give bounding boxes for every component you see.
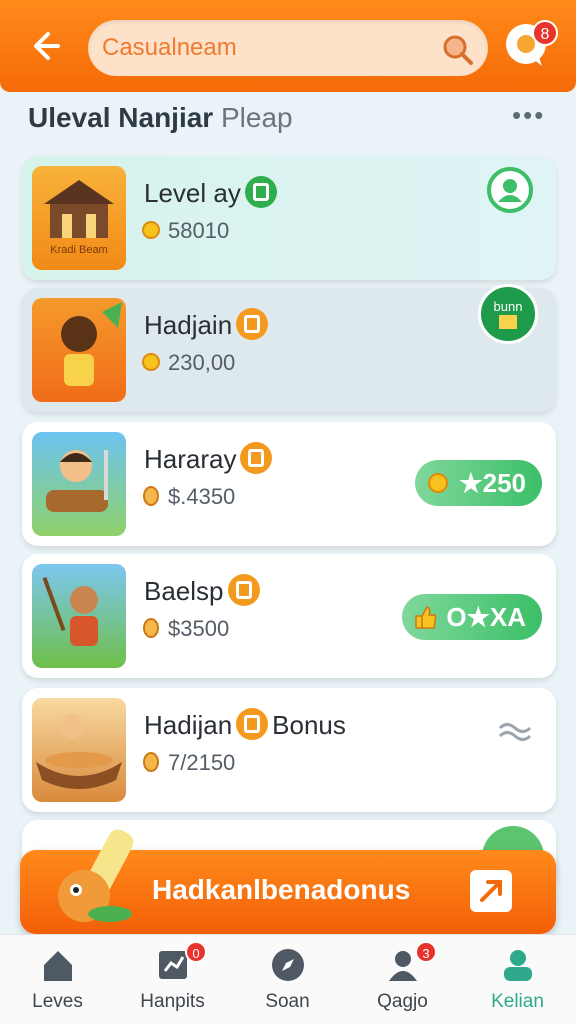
notification-badge: 8 bbox=[532, 20, 558, 46]
level-price-value: 58010 bbox=[168, 218, 230, 243]
nav-label: Hanpits bbox=[140, 991, 205, 1012]
hadjain-title: Hadjain bbox=[144, 308, 269, 343]
more-options-button[interactable]: ••• bbox=[512, 102, 548, 128]
shop-badge-label: bunn bbox=[493, 299, 523, 314]
hadjain-title-text: Hadjain bbox=[144, 310, 233, 340]
search-icon[interactable] bbox=[440, 32, 474, 66]
character-thumbnail bbox=[32, 298, 126, 402]
baelsp-price: $3500 bbox=[140, 616, 229, 642]
cup-badge-icon bbox=[240, 442, 273, 475]
section-subtitle: Pleap bbox=[220, 102, 293, 133]
wave-icon[interactable] bbox=[498, 718, 532, 748]
farmer-thumbnail bbox=[32, 432, 126, 536]
nav-label: Soan bbox=[265, 991, 310, 1012]
hadijan-price: 7/2150 bbox=[140, 750, 235, 776]
bottom-navigation: Leves 0 Hanpits Soan 3 Qagjo Kelian bbox=[0, 934, 576, 1024]
nav-item-soan[interactable]: Soan bbox=[230, 935, 345, 1024]
level-title: Level ay bbox=[144, 176, 277, 211]
hararay-card[interactable]: Hararay $.4350 ★250 bbox=[22, 422, 556, 546]
boat-thumbnail bbox=[32, 698, 126, 802]
hadijan-title: Hadijan Bonus bbox=[144, 708, 346, 743]
promo-banner[interactable]: Hadkanlbenadonus bbox=[20, 829, 556, 934]
mascot-icon bbox=[58, 829, 134, 922]
music-badge-icon bbox=[244, 176, 277, 209]
hadjain-price: 230,00 bbox=[140, 350, 235, 376]
reward-pill-button[interactable]: O★XA bbox=[402, 594, 542, 640]
nav-label: Leves bbox=[32, 991, 83, 1012]
nav-label: Kelian bbox=[491, 991, 544, 1012]
character-icon bbox=[61, 302, 122, 386]
profile-icon[interactable] bbox=[486, 166, 534, 214]
farmer-icon bbox=[46, 450, 108, 512]
worker-thumbnail bbox=[32, 564, 126, 668]
reward-pill-label: O★XA bbox=[446, 602, 526, 632]
bag-badge-icon bbox=[236, 708, 269, 741]
search-input[interactable] bbox=[102, 30, 432, 66]
search-bar[interactable] bbox=[88, 20, 488, 76]
seed-coin-icon bbox=[143, 752, 159, 773]
back-arrow-icon[interactable] bbox=[26, 28, 62, 64]
hararay-title-text: Hararay bbox=[144, 444, 237, 474]
nav-item-kelian[interactable]: Kelian bbox=[460, 935, 575, 1024]
baelsp-price-value: $3500 bbox=[168, 616, 230, 641]
level-card[interactable]: Kradi Beam Level ay 58010 bbox=[22, 156, 556, 280]
reward-pill-button[interactable]: ★250 bbox=[415, 460, 542, 506]
hadjain-price-value: 230,00 bbox=[168, 350, 236, 375]
hadijan-price-value: 7/2150 bbox=[168, 750, 236, 775]
seed-coin-icon bbox=[143, 486, 159, 507]
thumbs-up-icon bbox=[415, 606, 437, 629]
reward-pill-label: ★250 bbox=[459, 468, 526, 498]
section-title-text: Uleval Nanjiar bbox=[28, 102, 214, 133]
shop-badge[interactable]: bunn bbox=[478, 284, 538, 344]
arrow-diagonal-icon bbox=[480, 880, 502, 902]
level-title-text: Level ay bbox=[144, 178, 241, 208]
nav-badge: 0 bbox=[185, 941, 207, 963]
home-icon bbox=[44, 951, 72, 981]
compass-icon bbox=[272, 949, 304, 981]
gift-icon bbox=[499, 315, 517, 329]
nav-item-qagjo[interactable]: 3 Qagjo bbox=[345, 935, 460, 1024]
hadijan-title-text: Hadijan bbox=[144, 710, 233, 740]
hadijan-bonus-card[interactable]: Hadijan Bonus 7/2150 bbox=[22, 688, 556, 812]
profile-icon bbox=[504, 950, 532, 981]
baelsp-card[interactable]: Baelsp $3500 O★XA bbox=[22, 554, 556, 678]
bag-badge-icon bbox=[236, 308, 269, 341]
section-title: Uleval Nanjiar Pleap bbox=[28, 102, 293, 134]
baelsp-title-text: Baelsp bbox=[144, 576, 224, 606]
baelsp-title: Baelsp bbox=[144, 574, 260, 609]
hadjain-card[interactable]: Hadjain 230,00 bunn bbox=[22, 284, 556, 412]
nav-item-leves[interactable]: Leves bbox=[0, 935, 115, 1024]
top-app-bar: 8 bbox=[0, 0, 576, 92]
sun-coin-icon bbox=[142, 353, 160, 372]
sun-coin-icon bbox=[142, 221, 160, 240]
bag-badge-icon bbox=[227, 574, 260, 607]
promo-action-button[interactable] bbox=[470, 870, 512, 912]
hararay-title: Hararay bbox=[144, 442, 273, 477]
nav-badge: 3 bbox=[415, 941, 437, 963]
nav-item-hanpits[interactable]: 0 Hanpits bbox=[115, 935, 230, 1024]
sun-coin-icon bbox=[428, 473, 449, 493]
promo-banner-label: Hadkanlbenadonus bbox=[152, 874, 411, 905]
hararay-price-value: $.4350 bbox=[168, 484, 236, 509]
level-thumbnail: Kradi Beam bbox=[32, 166, 126, 270]
hararay-price: $.4350 bbox=[140, 484, 235, 510]
boat-icon bbox=[36, 714, 122, 789]
worker-icon bbox=[42, 577, 98, 646]
nav-label: Qagjo bbox=[377, 991, 428, 1012]
level-price: 58010 bbox=[140, 218, 229, 244]
bonus-label: Bonus bbox=[272, 710, 346, 740]
thumbnail-caption: Kradi Beam bbox=[50, 244, 108, 256]
seed-coin-icon bbox=[143, 618, 159, 639]
